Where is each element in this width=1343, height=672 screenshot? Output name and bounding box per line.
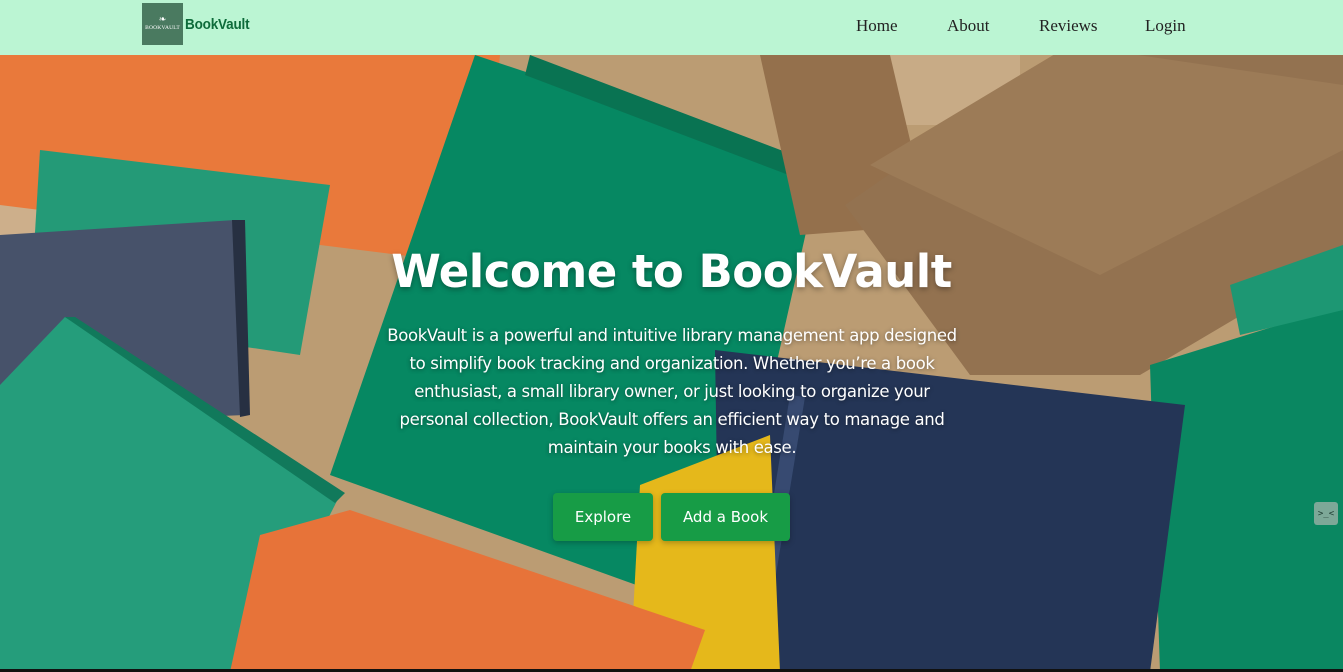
brand[interactable]: ❧ BOOKVAULT BookVault — [142, 3, 257, 45]
hero-description: BookVault is a powerful and intuitive li… — [387, 326, 957, 457]
logo-text: BOOKVAULT — [145, 25, 180, 31]
navbar: ❧ BOOKVAULT BookVault Home About Reviews… — [0, 0, 1343, 55]
side-widget-icon[interactable]: >_< — [1314, 502, 1338, 525]
nav-reviews[interactable]: Reviews — [1039, 16, 1098, 36]
nav-home[interactable]: Home — [856, 16, 898, 36]
hero-section: Welcome to BookVault BookVault is a powe… — [0, 55, 1343, 672]
explore-button[interactable]: Explore — [553, 493, 653, 541]
add-book-button[interactable]: Add a Book — [661, 493, 790, 541]
book-icon: ❧ — [158, 15, 167, 25]
nav-login[interactable]: Login — [1145, 16, 1186, 36]
hero-title: Welcome to BookVault — [391, 245, 952, 298]
nav-about[interactable]: About — [947, 16, 990, 36]
logo: ❧ BOOKVAULT — [142, 3, 183, 45]
brand-name[interactable]: BookVault — [185, 16, 250, 33]
